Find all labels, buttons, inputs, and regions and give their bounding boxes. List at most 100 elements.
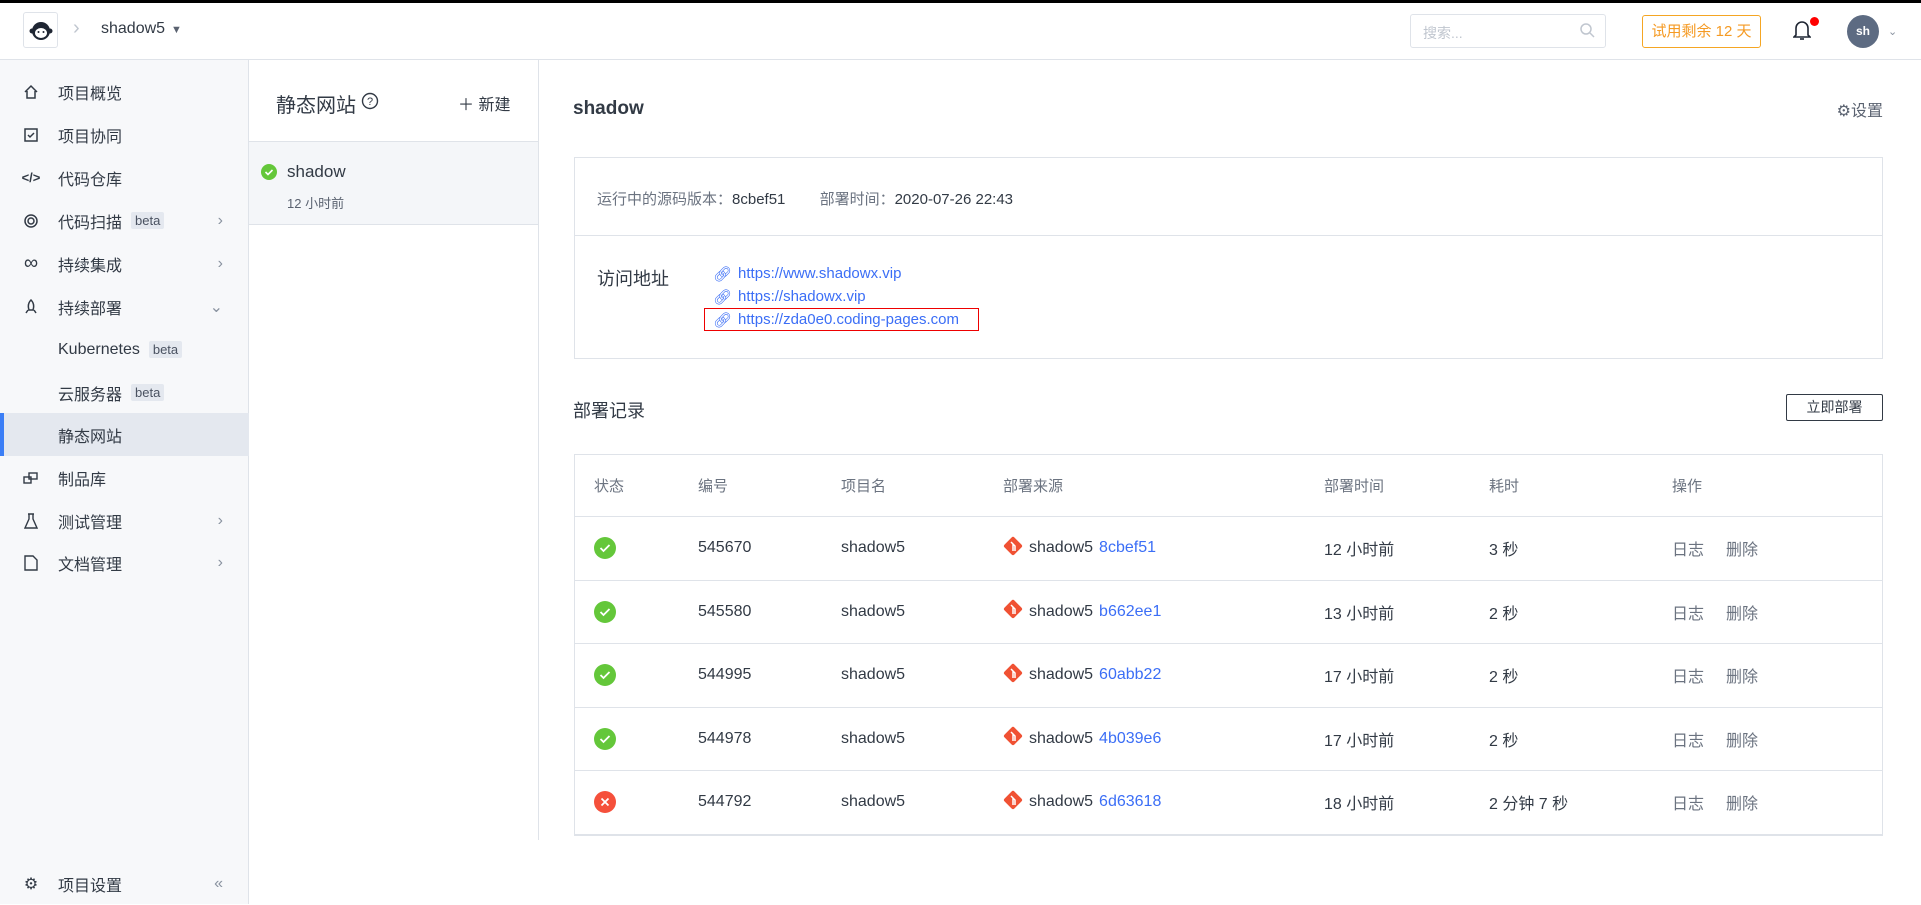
table-row: 545670 shadow5 shadow5 8cbef51 12 小时前 3 秒…	[575, 517, 1882, 581]
column-header: 耗时	[1489, 478, 1520, 495]
source-repo: shadow5	[1029, 729, 1094, 747]
chevron-right-icon: ›	[217, 254, 223, 272]
row-actions: 日志 删除	[1672, 708, 1780, 771]
commit-hash-link[interactable]: 8cbef51	[1099, 539, 1156, 557]
duration: 2 分钟 7 秒	[1489, 796, 1569, 814]
collapse-sidebar-icon[interactable]: «	[214, 875, 223, 893]
log-link[interactable]: 日志	[1672, 663, 1704, 687]
settings-label: 设置	[1850, 103, 1883, 120]
sidebar-item-testing[interactable]: 测试管理 ›	[0, 499, 249, 542]
site-list-item[interactable]: shadow 12 小时前	[249, 141, 538, 225]
sidebar-item-cd[interactable]: 持续部署 ⌄	[0, 285, 249, 328]
project-name: shadow5	[841, 793, 906, 811]
chevron-down-icon[interactable]: ⌄	[1888, 25, 1897, 38]
log-link[interactable]: 日志	[1672, 536, 1704, 560]
git-icon	[1003, 790, 1023, 815]
logo-icon[interactable]	[23, 12, 58, 48]
git-icon	[1003, 599, 1023, 624]
project-name: shadow5	[841, 666, 906, 684]
deploy-source: shadow5 8cbef51	[1003, 517, 1156, 580]
site-info-card: 运行中的源码版本：8cbef51 部署时间：2020-07-26 22:43 访…	[574, 157, 1883, 359]
commit-hash-link[interactable]: b662ee1	[1099, 603, 1161, 621]
sidebar-item-label: 持续集成	[58, 257, 123, 275]
git-icon	[1003, 726, 1023, 751]
table-row: 545580 shadow5 shadow5 b662ee1 13 小时前 2 秒…	[575, 581, 1882, 644]
sidebar-item-collab[interactable]: 项目协同	[0, 113, 249, 156]
link-icon: 🔗︎	[713, 311, 733, 329]
log-link[interactable]: 日志	[1672, 790, 1704, 814]
chevron-right-icon: ›	[73, 17, 80, 39]
address-link[interactable]: 🔗︎ https://shadowx.vip	[707, 285, 979, 308]
row-actions: 日志 删除	[1672, 581, 1780, 644]
success-status-icon	[594, 644, 616, 707]
new-site-label: 新建	[478, 97, 511, 114]
settings-button[interactable]: ⚙设置	[1837, 97, 1883, 121]
project-switcher[interactable]: shadow5 ▼	[101, 20, 182, 38]
sidebar-item-artifacts[interactable]: 制品库	[0, 456, 249, 499]
source-repo: shadow5	[1029, 666, 1094, 684]
sidebar-item-label: 文档管理	[58, 556, 123, 574]
log-link[interactable]: 日志	[1672, 600, 1704, 624]
log-link[interactable]: 日志	[1672, 727, 1704, 751]
row-actions: 日志 删除	[1672, 771, 1780, 834]
records-title: 部署记录	[573, 401, 645, 421]
sidebar-item-cloud-server[interactable]: 云服务器 beta	[0, 371, 249, 414]
commit-hash-link[interactable]: 60abb22	[1099, 666, 1161, 684]
chevron-right-icon: ›	[217, 553, 223, 571]
deploy-now-button[interactable]: 立即部署	[1786, 394, 1883, 421]
sidebar-item-settings[interactable]: ⚙ 项目设置 «	[0, 862, 249, 905]
sidebar-item-repo[interactable]: </> 代码仓库	[0, 156, 249, 199]
sidebar-item-scan[interactable]: 代码扫描 beta ›	[0, 199, 249, 242]
sidebar-item-label: 制品库	[58, 471, 107, 489]
address-link-highlighted[interactable]: 🔗︎ https://zda0e0.coding-pages.com	[704, 308, 979, 331]
deploy-time-value: 2020-07-26 22:43	[894, 191, 1014, 208]
beta-badge: beta	[131, 212, 165, 229]
sidebar-item-static-site[interactable]: 静态网站	[0, 413, 249, 456]
panel-title: 静态网站?	[276, 89, 379, 118]
git-icon	[1003, 536, 1023, 561]
delete-link[interactable]: 删除	[1726, 727, 1758, 751]
delete-link[interactable]: 删除	[1726, 600, 1758, 624]
deploy-id: 544995	[698, 666, 752, 684]
commit-hash-link[interactable]: 6d63618	[1099, 793, 1161, 811]
new-site-button[interactable]: ＋ 新建	[458, 91, 510, 115]
notification-dot	[1810, 17, 1819, 26]
search-input[interactable]: 搜索...	[1410, 14, 1606, 48]
column-header: 部署时间	[1324, 478, 1385, 495]
sidebar-item-overview[interactable]: 项目概览	[0, 70, 249, 113]
caret-down-icon: ▼	[171, 24, 182, 36]
panel-title-text: 静态网站	[276, 95, 356, 117]
delete-link[interactable]: 删除	[1726, 536, 1758, 560]
plus-icon: ＋	[458, 97, 479, 114]
sidebar-item-label: 测试管理	[58, 514, 123, 532]
sidebar-item-ci[interactable]: ∞ 持续集成 ›	[0, 242, 249, 285]
site-list-panel: 静态网站? ＋ 新建 shadow 12 小时前	[249, 60, 539, 840]
commit-hash-link[interactable]: 4b039e6	[1099, 730, 1161, 748]
help-icon[interactable]: ?	[361, 92, 379, 116]
search-icon	[1579, 22, 1595, 41]
success-status-icon	[594, 517, 616, 580]
success-status-icon	[594, 708, 616, 771]
address-link[interactable]: 🔗︎ https://www.shadowx.vip	[707, 262, 979, 285]
avatar[interactable]: sh	[1847, 15, 1879, 48]
trial-badge[interactable]: 试用剩余 12 天	[1642, 15, 1761, 48]
chevron-right-icon: ›	[217, 211, 223, 229]
deploy-id: 544792	[698, 793, 752, 811]
bell-icon[interactable]	[1792, 19, 1812, 46]
success-icon	[261, 164, 277, 185]
delete-link[interactable]: 删除	[1726, 663, 1758, 687]
delete-link[interactable]: 删除	[1726, 790, 1758, 814]
deploy-time: 13 小时前	[1324, 605, 1395, 623]
duration: 2 秒	[1489, 669, 1519, 687]
sidebar-item-docs[interactable]: 文档管理 ›	[0, 541, 249, 584]
gear-icon: ⚙	[23, 875, 39, 893]
checkbox-icon	[21, 127, 41, 143]
address-links: 🔗︎ https://www.shadowx.vip 🔗︎ https://shad…	[704, 262, 979, 331]
sidebar-item-label: 项目协同	[58, 128, 123, 146]
project-name: shadow5	[841, 729, 906, 747]
sidebar-item-kubernetes[interactable]: Kubernetes beta	[0, 328, 249, 371]
link-icon: 🔗︎	[713, 265, 733, 283]
version-label: 运行中的源码版本：	[597, 191, 733, 208]
artifact-icon	[21, 471, 41, 485]
row-actions: 日志 删除	[1672, 517, 1780, 580]
